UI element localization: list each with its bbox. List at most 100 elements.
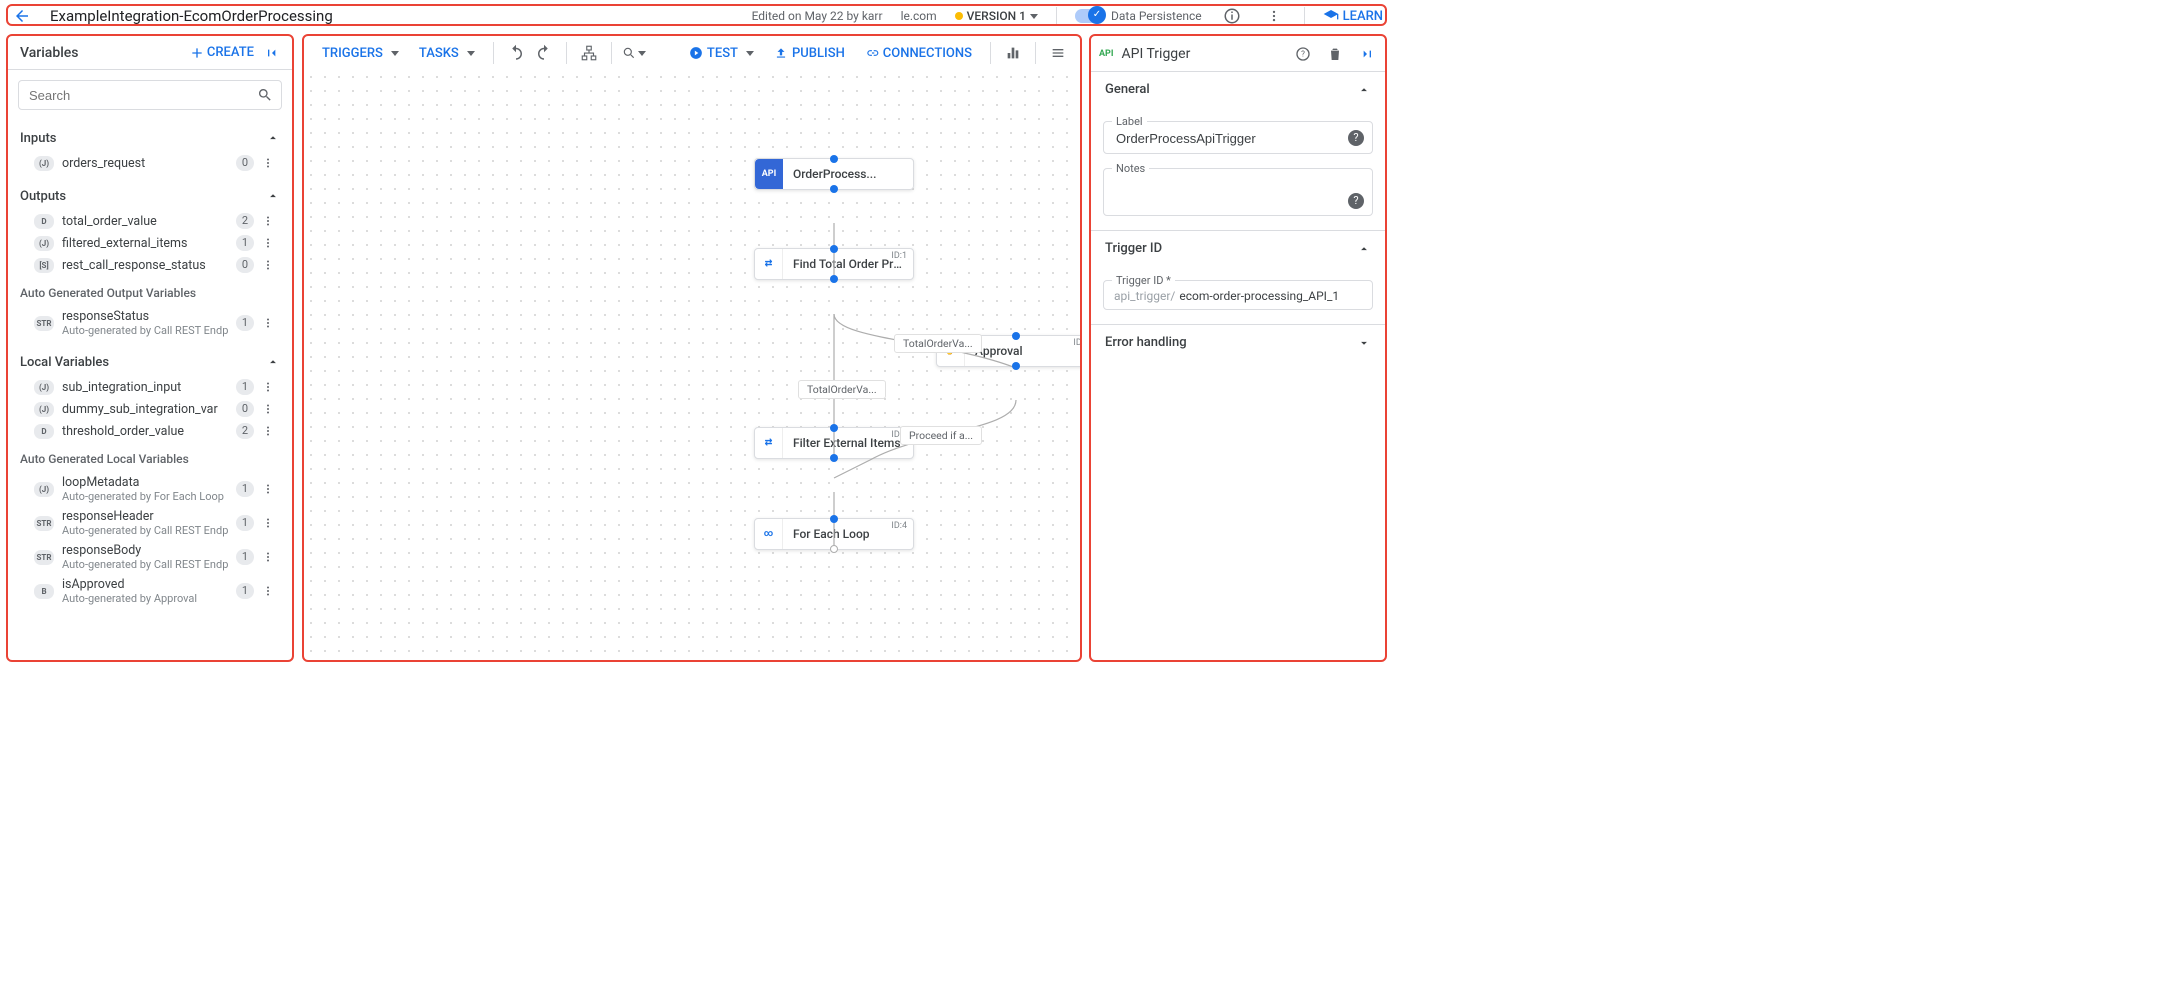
expand-panel-button[interactable] <box>1355 42 1379 66</box>
zoom-button[interactable] <box>622 41 646 65</box>
variable-menu-button[interactable] <box>262 483 278 495</box>
variable-menu-button[interactable] <box>262 403 278 415</box>
collapse-panel-button[interactable] <box>260 41 284 65</box>
section-trigger-id[interactable]: Trigger ID <box>1091 231 1385 266</box>
section-error-handling[interactable]: Error handling <box>1091 325 1385 360</box>
variable-type-badge: (J) <box>34 156 54 171</box>
variable-usage-count: 0 <box>236 257 254 273</box>
variable-menu-button[interactable] <box>262 585 278 597</box>
section-header-locals[interactable]: Local Variables <box>20 348 280 376</box>
edge-label[interactable]: TotalOrderVa... <box>894 334 982 353</box>
variables-panel-title: Variables <box>20 45 183 61</box>
node-port-out[interactable] <box>830 545 838 553</box>
search-input[interactable] <box>27 87 257 104</box>
variable-row[interactable]: STRresponseBodyAuto-generated by Call RE… <box>20 540 280 574</box>
variable-menu-button[interactable] <box>262 237 278 249</box>
node-port-in[interactable] <box>830 155 838 163</box>
label-field[interactable]: Label ? <box>1103 121 1373 154</box>
variable-row[interactable]: (J)sub_integration_input1 <box>20 376 280 398</box>
variable-menu-button[interactable] <box>262 425 278 437</box>
version-selector[interactable]: VERSION 1 <box>955 9 1038 23</box>
variable-menu-button[interactable] <box>262 517 278 529</box>
node-port-in[interactable] <box>830 515 838 523</box>
help-button[interactable]: ? <box>1291 42 1315 66</box>
variable-usage-count: 1 <box>236 379 254 395</box>
notes-input[interactable] <box>1114 177 1362 211</box>
help-icon[interactable]: ? <box>1348 193 1364 209</box>
variable-search[interactable] <box>18 80 282 110</box>
chevron-up-icon <box>266 131 280 145</box>
caret-down-icon <box>746 51 754 56</box>
variable-row[interactable]: Dtotal_order_value2 <box>20 210 280 232</box>
variable-type-badge: [S] <box>34 258 54 273</box>
back-button[interactable] <box>10 4 34 28</box>
variable-menu-button[interactable] <box>262 551 278 563</box>
variable-name: filtered_external_items <box>62 236 228 251</box>
caret-down-icon <box>1030 14 1038 19</box>
variable-row[interactable]: STRresponseHeaderAuto-generated by Call … <box>20 506 280 540</box>
variable-usage-count: 0 <box>236 401 254 417</box>
node-port-out[interactable] <box>1012 362 1020 370</box>
toggle-label: Data Persistence <box>1111 9 1202 23</box>
publish-button[interactable]: PUBLISH <box>766 39 853 67</box>
test-button[interactable]: TEST <box>681 39 762 67</box>
variable-row[interactable]: BisApprovedAuto-generated by Approval1 <box>20 574 280 608</box>
variable-menu-button[interactable] <box>262 259 278 271</box>
label-input[interactable] <box>1114 130 1362 147</box>
node-port-in[interactable] <box>1012 332 1020 340</box>
connections-button[interactable]: CONNECTIONS <box>857 39 980 67</box>
edge-label[interactable]: Proceed if a... <box>900 426 982 445</box>
variable-row[interactable]: (J)loopMetadataAuto-generated by For Eac… <box>20 472 280 506</box>
flow-edges <box>304 70 1080 660</box>
variable-menu-button[interactable] <box>262 381 278 393</box>
link-icon <box>865 46 879 60</box>
notes-field[interactable]: Notes ? <box>1103 168 1373 216</box>
logs-button[interactable] <box>1001 41 1025 65</box>
plus-icon <box>189 45 205 61</box>
node-port-in[interactable] <box>830 245 838 253</box>
section-header-auto-outputs: Auto Generated Output Variables <box>8 280 292 306</box>
variable-row[interactable]: (J)orders_request0 <box>20 152 280 174</box>
node-port-out[interactable] <box>830 275 838 283</box>
variable-row[interactable]: Dthreshold_order_value2 <box>20 420 280 442</box>
help-icon[interactable]: ? <box>1348 130 1364 146</box>
separator <box>1304 7 1305 25</box>
svg-text:?: ? <box>1301 49 1305 58</box>
designer-panel: TRIGGERS TASKS TEST PUBLISH CONNECTIONS <box>304 36 1080 660</box>
layout-button[interactable] <box>577 41 601 65</box>
separator <box>611 42 612 64</box>
separator <box>493 42 494 64</box>
delete-button[interactable] <box>1323 42 1347 66</box>
section-header-outputs[interactable]: Outputs <box>20 182 280 210</box>
variable-menu-button[interactable] <box>262 317 278 329</box>
tasks-button[interactable]: TASKS <box>411 39 483 67</box>
learn-button[interactable]: LEARN <box>1323 8 1383 24</box>
node-port-out[interactable] <box>830 454 838 462</box>
section-header-inputs[interactable]: Inputs <box>20 124 280 152</box>
undo-button[interactable] <box>504 41 528 65</box>
variable-row[interactable]: (J)dummy_sub_integration_var0 <box>20 398 280 420</box>
chevron-up-icon <box>1357 242 1371 256</box>
section-general[interactable]: General <box>1091 72 1385 107</box>
list-view-button[interactable] <box>1046 41 1070 65</box>
variable-row[interactable]: (J)filtered_external_items1 <box>20 232 280 254</box>
node-port-in[interactable] <box>830 424 838 432</box>
flow-canvas[interactable]: TotalOrderVa... TotalOrderVa... Proceed … <box>304 70 1080 660</box>
trigger-id-field[interactable]: Trigger ID * api_trigger/ ecom-order-pro… <box>1103 280 1373 310</box>
create-variable-button[interactable]: CREATE <box>189 45 254 61</box>
variables-panel: Variables CREATE Inputs (J)orders_reques… <box>8 36 292 660</box>
variable-menu-button[interactable] <box>262 215 278 227</box>
variable-row[interactable]: STRresponseStatusAuto-generated by Call … <box>20 306 280 340</box>
learn-icon <box>1323 8 1339 24</box>
node-port-out[interactable] <box>830 185 838 193</box>
variable-menu-button[interactable] <box>262 157 278 169</box>
data-persistence-toggle[interactable]: Data Persistence <box>1075 9 1202 23</box>
triggers-button[interactable]: TRIGGERS <box>314 39 407 67</box>
edge-label[interactable]: TotalOrderVa... <box>798 380 886 399</box>
info-button[interactable] <box>1220 4 1244 28</box>
more-menu-button[interactable] <box>1262 4 1286 28</box>
redo-button[interactable] <box>532 41 556 65</box>
api-trigger-type-icon: API <box>1099 49 1113 59</box>
variable-type-badge: D <box>34 214 54 229</box>
variable-row[interactable]: [S]rest_call_response_status0 <box>20 254 280 276</box>
